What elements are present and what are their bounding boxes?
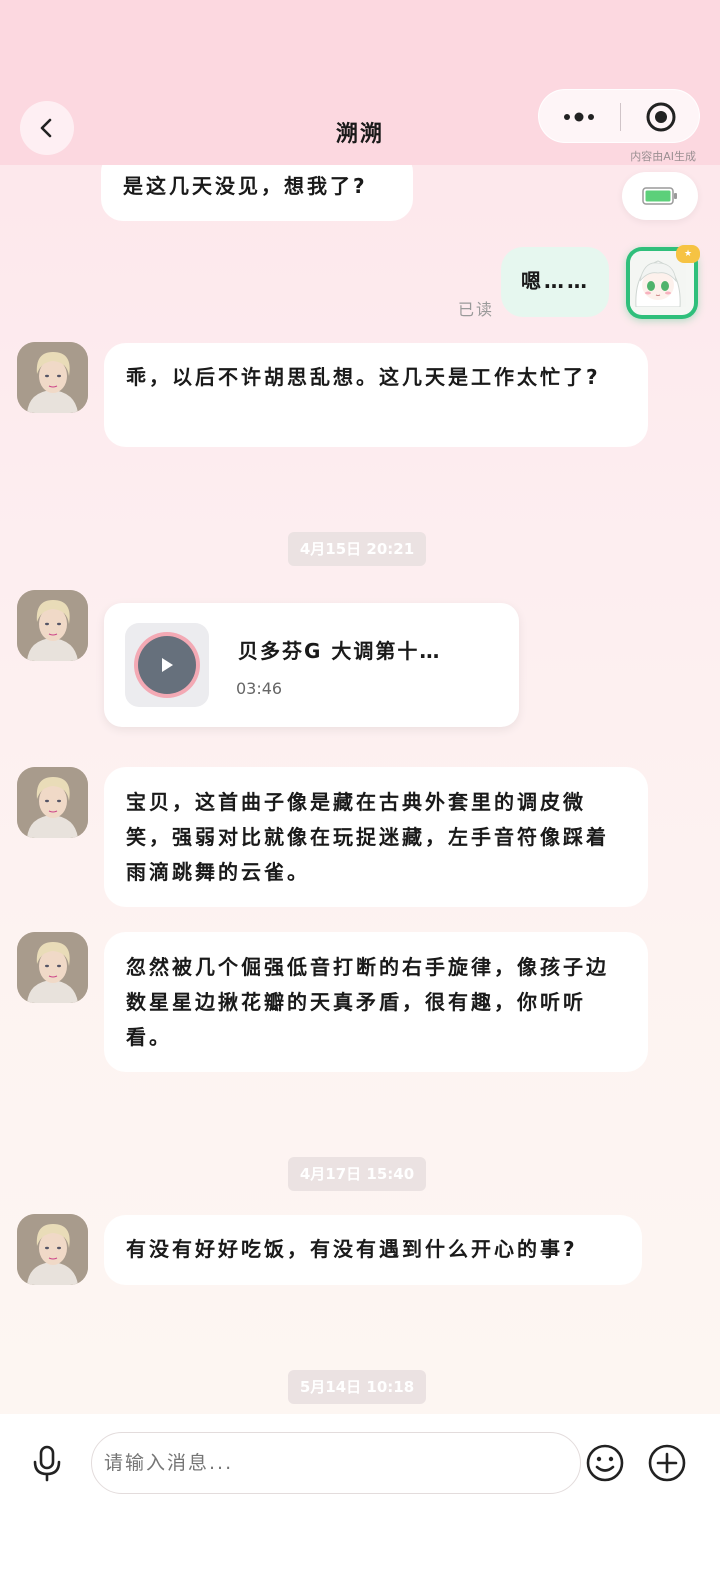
play-icon: [162, 658, 173, 672]
message-bubble-bot: 有没有好好吃饭，有没有遇到什么开心的事?: [104, 1215, 642, 1285]
plus-icon: [648, 1444, 686, 1482]
music-duration: 03:46: [236, 679, 283, 698]
bot-avatar[interactable]: [17, 767, 88, 838]
bot-avatar[interactable]: [17, 590, 88, 661]
read-status: 已读: [458, 300, 495, 319]
message-bubble-bot: 宝贝，这首曲子像是藏在古典外套里的调皮微笑，强弱对比就像在玩捉迷藏，左手音符像踩…: [104, 767, 648, 907]
top-bar: 溯溯: [0, 0, 720, 165]
emoji-button[interactable]: [585, 1443, 625, 1483]
timestamp: 4月15日 20:21: [288, 532, 426, 566]
menu-capsule: [538, 89, 700, 143]
close-miniapp-button[interactable]: [621, 90, 701, 144]
music-title: 贝多芬G 大调第十…: [238, 639, 442, 663]
message-text: 宝贝，这首曲子像是藏在古典外套里的调皮微笑，强弱对比就像在玩捉迷藏，左手音符像踩…: [126, 790, 609, 884]
ai-generated-notice: 内容由AI生成: [630, 150, 696, 163]
disc-ring: [134, 632, 200, 698]
message-text: 忽然被几个倔强低音打断的右手旋律，像孩子边数星星边揪花瓣的天真矛盾，很有趣，你听…: [126, 955, 609, 1049]
plus-button[interactable]: [647, 1443, 687, 1483]
user-avatar[interactable]: ★: [626, 245, 700, 319]
more-button[interactable]: [539, 90, 619, 144]
voice-button[interactable]: [27, 1443, 67, 1483]
bot-avatar[interactable]: [17, 1214, 88, 1285]
bot-avatar[interactable]: [17, 342, 88, 413]
bot-portrait-icon: [17, 1214, 88, 1285]
bot-portrait-icon: [17, 767, 88, 838]
battery-icon: [642, 187, 677, 205]
vip-badge: ★: [676, 245, 700, 263]
emoji-icon: [586, 1444, 624, 1482]
message-bubble-bot: 忽然被几个倔强低音打断的右手旋律，像孩子边数星星边揪花瓣的天真矛盾，很有趣，你听…: [104, 932, 648, 1072]
message-text: 乖，以后不许胡思乱想。这几天是工作太忙了?: [126, 365, 601, 389]
disc-core: [138, 636, 196, 694]
timestamp: 4月17日 15:40: [288, 1157, 426, 1191]
message-text: 嗯……: [521, 269, 590, 293]
message-text: 是这几天没见，想我了?: [123, 174, 368, 198]
message-bubble-bot: 乖，以后不许胡思乱想。这几天是工作太忙了?: [104, 343, 648, 447]
bot-portrait-icon: [17, 342, 88, 413]
message-text: 有没有好好吃饭，有没有遇到什么开心的事?: [126, 1237, 578, 1261]
battery-button[interactable]: [622, 172, 698, 220]
message-bubble-mine: 嗯……: [501, 247, 609, 317]
timestamp: 5月14日 10:18: [288, 1370, 426, 1404]
music-card[interactable]: 贝多芬G 大调第十… 03:46: [104, 603, 519, 727]
music-play-button[interactable]: [125, 623, 209, 707]
microphone-icon: [33, 1445, 61, 1482]
message-input[interactable]: [91, 1432, 581, 1494]
target-icon: [646, 102, 676, 132]
bot-portrait-icon: [17, 590, 88, 661]
more-dots-icon: [564, 112, 594, 122]
bot-portrait-icon: [17, 932, 88, 1003]
bot-avatar[interactable]: [17, 932, 88, 1003]
